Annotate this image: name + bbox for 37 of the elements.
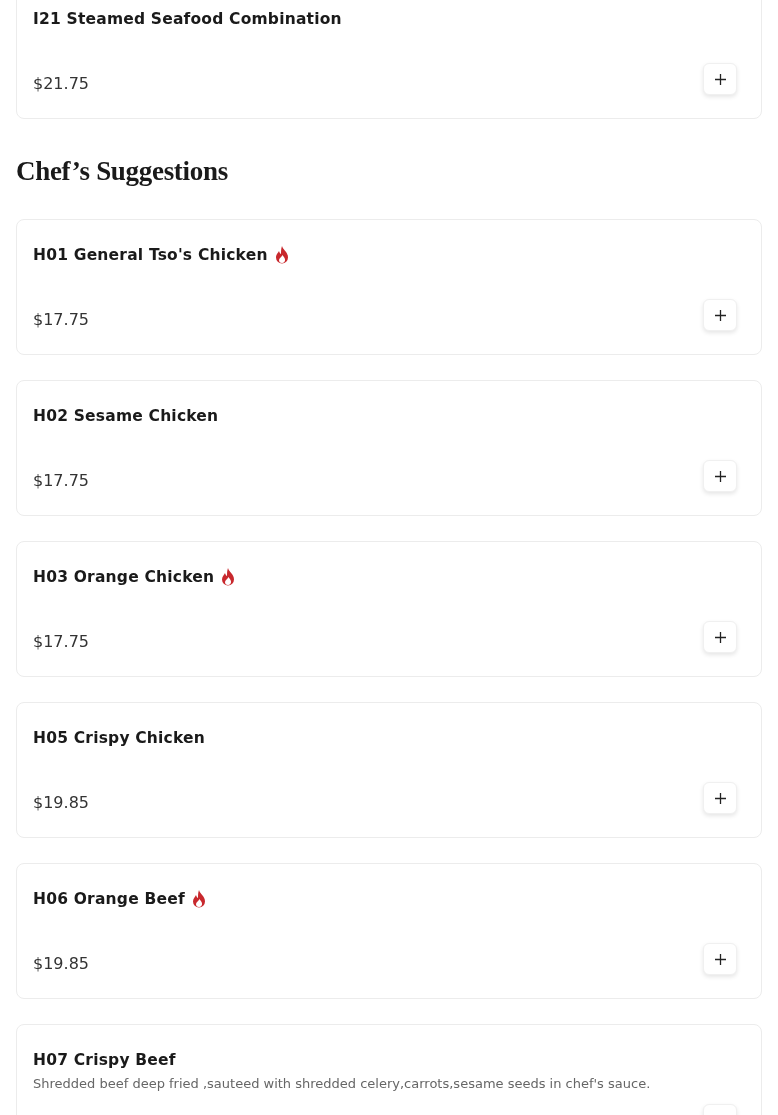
item-price: $21.75 <box>33 73 89 95</box>
menu-item-card[interactable]: H06 Orange Beef $19.85 <box>16 863 762 999</box>
flame-icon <box>190 889 207 909</box>
add-button[interactable] <box>703 943 737 975</box>
item-price: $17.75 <box>33 470 89 492</box>
item-name: H01 General Tso's Chicken <box>33 245 268 266</box>
item-price: $19.85 <box>33 792 89 814</box>
plus-icon <box>714 631 726 643</box>
add-button[interactable] <box>703 621 737 653</box>
item-price: $17.75 <box>33 631 89 653</box>
add-button[interactable] <box>703 782 737 814</box>
plus-icon <box>714 792 726 804</box>
menu-item-card[interactable]: H03 Orange Chicken $17.75 <box>16 541 762 677</box>
item-name: H07 Crispy Beef <box>33 1050 176 1071</box>
item-name: I21 Steamed Seafood Combination <box>33 9 342 30</box>
flame-icon <box>220 567 237 587</box>
item-price: $19.85 <box>33 953 89 975</box>
plus-icon <box>714 309 726 321</box>
menu-item-card[interactable]: I21 Steamed Seafood Combination $21.75 <box>16 0 762 119</box>
menu-item-card[interactable]: H01 General Tso's Chicken $17.75 <box>16 219 762 355</box>
menu-item-card[interactable]: H07 Crispy Beef Shredded beef deep fried ,sauteed with shredded celery,carrots,sesame seeds in chef's sauce. <box>16 1024 762 1115</box>
section-heading: Chef’s Suggestions <box>16 155 229 188</box>
item-price: $17.75 <box>33 309 89 331</box>
add-button[interactable] <box>703 299 737 331</box>
item-description: Shredded beef deep fried ,sauteed with shredded celery,carrots,sesame seeds in chef's sauce. <box>33 1075 652 1093</box>
flame-icon <box>273 245 290 265</box>
add-button[interactable] <box>703 460 737 492</box>
item-name: H05 Crispy Chicken <box>33 728 206 749</box>
menu-item-card[interactable]: H05 Crispy Chicken $19.85 <box>16 702 762 838</box>
menu-item-card[interactable]: H02 Sesame Chicken $17.75 <box>16 380 762 516</box>
plus-icon <box>714 953 726 965</box>
plus-icon <box>714 73 726 85</box>
item-name: H03 Orange Chicken <box>33 567 215 588</box>
item-name: H06 Orange Beef <box>33 889 185 910</box>
add-button[interactable] <box>703 63 737 95</box>
item-name: H02 Sesame Chicken <box>33 406 219 427</box>
plus-icon <box>714 470 726 482</box>
